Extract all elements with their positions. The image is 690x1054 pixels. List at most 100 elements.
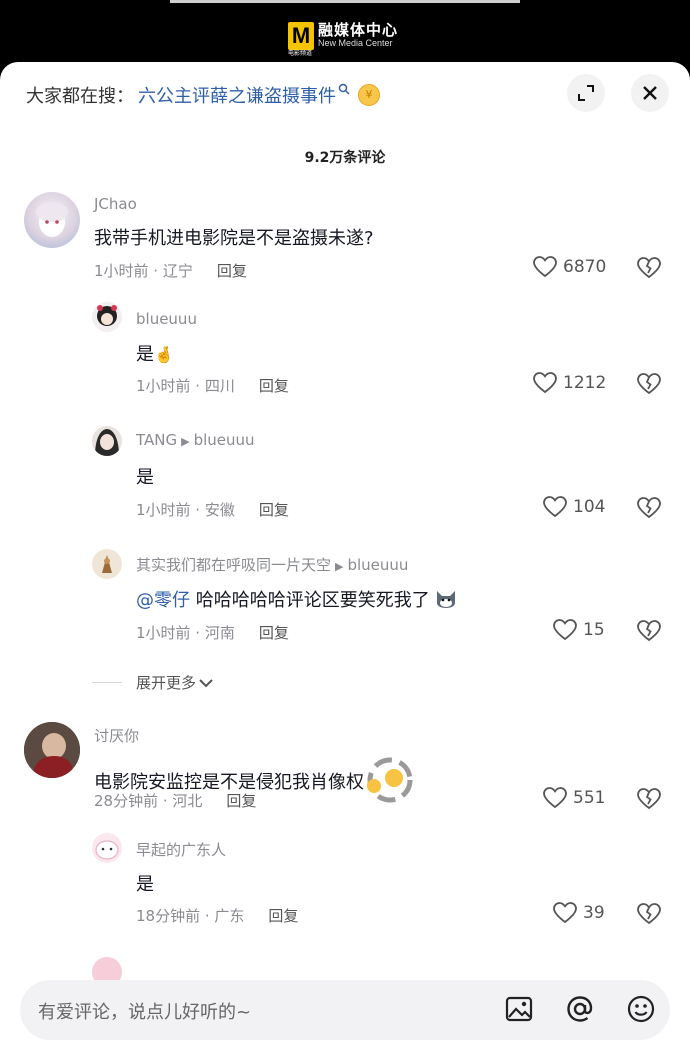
like-count: 39 bbox=[583, 903, 605, 923]
comment-input[interactable]: 有爱评论，说点儿好听的~ bbox=[20, 980, 670, 1040]
reply-author[interactable]: 其实我们都在呼吸同一片天空 bbox=[136, 556, 331, 574]
divider bbox=[92, 682, 122, 683]
heart-icon bbox=[543, 787, 567, 809]
brand-m-icon: M bbox=[288, 22, 314, 50]
comment-text: 是🤞 bbox=[136, 340, 174, 366]
image-icon bbox=[505, 996, 533, 1022]
avatar[interactable] bbox=[92, 833, 122, 863]
reply-button[interactable]: 回复 bbox=[226, 792, 256, 810]
emoji-button[interactable] bbox=[626, 994, 656, 1028]
comment-username[interactable]: JChao bbox=[94, 195, 137, 213]
broken-heart-icon bbox=[637, 257, 661, 279]
comment-time-location: 1小时前 · 安徽 bbox=[136, 501, 235, 519]
broken-heart-icon bbox=[637, 788, 661, 810]
like-count: 6870 bbox=[563, 257, 607, 277]
like-button[interactable]: 104 bbox=[543, 496, 605, 518]
like-button[interactable]: 551 bbox=[543, 787, 605, 809]
comment-time-location: 28分钟前 · 河北 bbox=[94, 792, 203, 810]
dislike-button[interactable] bbox=[637, 257, 661, 283]
heart-icon bbox=[553, 902, 577, 924]
husky-emoji-icon bbox=[437, 591, 456, 608]
search-suggestion-label: 大家都在搜： bbox=[26, 86, 134, 107]
comment-username[interactable]: 讨厌你 bbox=[94, 725, 139, 746]
emoji-icon bbox=[627, 995, 655, 1023]
heart-icon bbox=[553, 619, 577, 641]
dislike-button[interactable] bbox=[637, 903, 661, 929]
reply-author[interactable]: TANG bbox=[136, 431, 177, 449]
avatar[interactable] bbox=[24, 722, 80, 778]
comment-time-location: 1小时前 · 四川 bbox=[136, 377, 235, 395]
reply-button[interactable]: 回复 bbox=[217, 262, 247, 280]
comment-username[interactable]: 早起的广东人 bbox=[136, 839, 226, 860]
comment-username[interactable]: blueuuu bbox=[136, 310, 197, 328]
close-button[interactable] bbox=[631, 74, 669, 112]
coin-icon: ¥ bbox=[358, 84, 380, 106]
comment-text: @零仔 哈哈哈哈哈评论区要笑死我了 bbox=[136, 586, 457, 612]
video-edge bbox=[170, 0, 520, 3]
reply-button[interactable]: 回复 bbox=[268, 907, 298, 925]
close-icon bbox=[643, 86, 657, 100]
dislike-button[interactable] bbox=[637, 373, 661, 399]
comment-time-location: 18分钟前 · 广东 bbox=[136, 907, 245, 925]
reply-arrow-icon: ▶ bbox=[181, 435, 190, 448]
heart-icon bbox=[533, 256, 557, 278]
dislike-button[interactable] bbox=[637, 620, 661, 646]
expand-more-label: 展开更多 bbox=[136, 674, 197, 692]
comment-text: 是 bbox=[136, 467, 154, 488]
like-button[interactable]: 39 bbox=[553, 902, 605, 924]
image-button[interactable] bbox=[504, 994, 534, 1028]
avatar[interactable] bbox=[92, 549, 122, 579]
avatar[interactable] bbox=[92, 426, 122, 456]
heart-icon bbox=[543, 496, 567, 518]
comment-input-placeholder: 有爱评论，说点儿好听的~ bbox=[38, 1002, 252, 1023]
broken-heart-icon bbox=[637, 903, 661, 925]
video-top-area: M 融媒体中心 New Media Center 电影频道 bbox=[0, 0, 690, 62]
search-suggestion[interactable]: 大家都在搜： 六公主评薛之谦盗摄事件 ¥ bbox=[26, 82, 380, 108]
reply-target[interactable]: blueuuu bbox=[347, 556, 408, 574]
chevron-down-icon bbox=[199, 678, 213, 687]
comment-count: 9.2万条评论 bbox=[304, 150, 386, 166]
reply-arrow-icon: ▶ bbox=[335, 560, 344, 573]
broken-heart-icon bbox=[637, 620, 661, 642]
broken-heart-icon bbox=[637, 497, 661, 519]
search-suggestion-keyword[interactable]: 六公主评薛之谦盗摄事件 bbox=[138, 82, 336, 108]
avatar[interactable] bbox=[24, 192, 80, 248]
brand-logo: M 融媒体中心 New Media Center 电影频道 bbox=[288, 21, 399, 57]
dislike-button[interactable] bbox=[637, 497, 661, 523]
comment-text-content: 是 bbox=[136, 344, 154, 365]
reply-button[interactable]: 回复 bbox=[259, 501, 289, 519]
broken-heart-icon bbox=[637, 373, 661, 395]
like-count: 551 bbox=[573, 788, 606, 808]
at-icon bbox=[567, 996, 593, 1022]
brand-name-cn: 融媒体中心 bbox=[318, 21, 399, 40]
avatar[interactable] bbox=[92, 302, 122, 332]
comment-text: 是 bbox=[136, 874, 154, 895]
comment-username: TANG ▶ blueuuu bbox=[136, 431, 255, 449]
reply-target[interactable]: blueuuu bbox=[194, 431, 255, 449]
search-icon bbox=[338, 83, 350, 99]
comment-text: 我带手机进电影院是不是盗摄未遂? bbox=[94, 228, 374, 249]
comment-sheet: 大家都在搜： 六公主评薛之谦盗摄事件 ¥ 9.2万条评论 JChao 我带手机进… bbox=[0, 62, 690, 1054]
like-count: 104 bbox=[573, 497, 606, 517]
comment-username: 其实我们都在呼吸同一片天空 ▶ blueuuu bbox=[136, 554, 408, 575]
dislike-button[interactable] bbox=[637, 788, 661, 814]
expand-icon bbox=[578, 85, 594, 101]
mention-button[interactable] bbox=[565, 994, 595, 1028]
comment-text-content: 哈哈哈哈哈评论区要笑死我了 bbox=[195, 590, 430, 611]
comment-time-location: 1小时前 · 河南 bbox=[136, 624, 235, 642]
like-count: 15 bbox=[583, 620, 605, 640]
like-count: 1212 bbox=[563, 373, 607, 393]
mention-link[interactable]: @零仔 bbox=[136, 590, 190, 611]
reply-button[interactable]: 回复 bbox=[259, 624, 289, 642]
like-button[interactable]: 6870 bbox=[533, 256, 606, 278]
like-button[interactable]: 1212 bbox=[533, 372, 606, 394]
reply-button[interactable]: 回复 bbox=[259, 377, 289, 395]
brand-name-en: New Media Center bbox=[318, 38, 393, 49]
finger-heart-emoji: 🤞 bbox=[154, 345, 174, 364]
like-button[interactable]: 15 bbox=[553, 619, 605, 641]
ok-emoji-icon bbox=[366, 757, 413, 803]
heart-icon bbox=[533, 372, 557, 394]
brand-sub: 电影频道 bbox=[288, 50, 313, 57]
expand-more-replies[interactable]: 展开更多 bbox=[92, 672, 214, 693]
expand-button[interactable] bbox=[567, 74, 605, 112]
